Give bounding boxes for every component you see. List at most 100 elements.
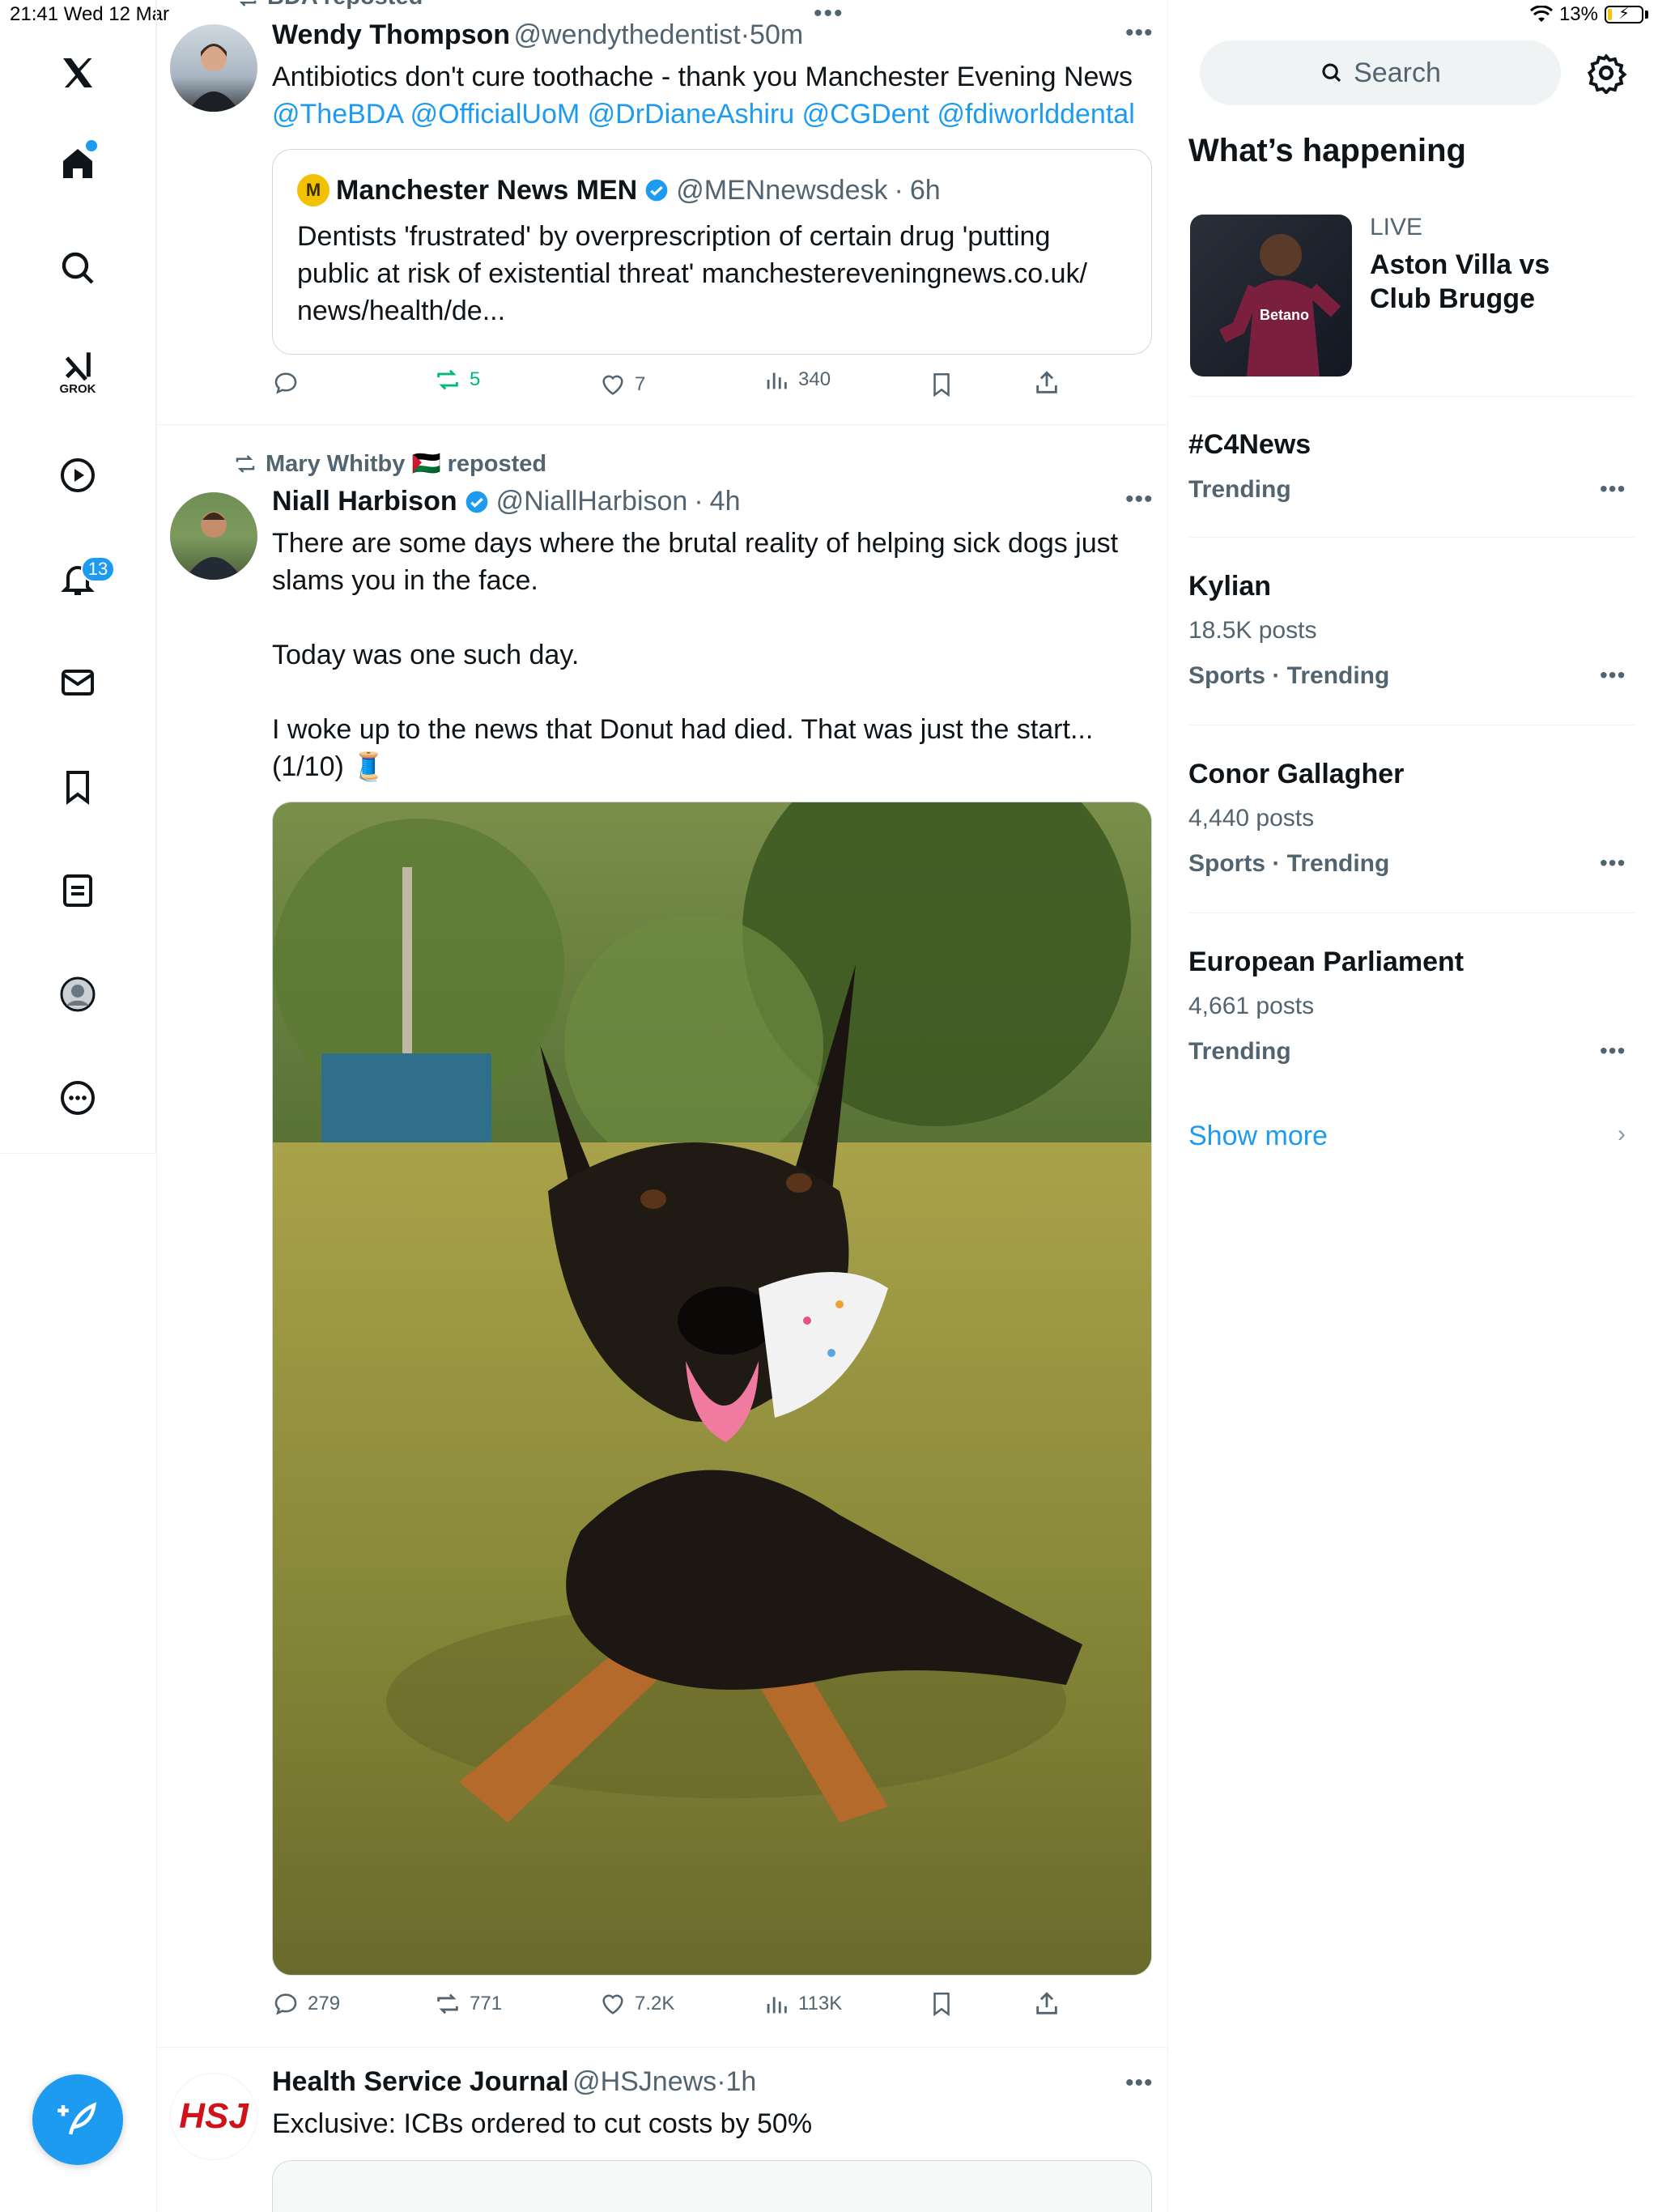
trend-more-icon[interactable]: •••	[1600, 662, 1626, 688]
feed-divider	[157, 424, 1167, 425]
quote-post-time[interactable]: 6h	[910, 175, 941, 206]
bookmark-button[interactable]	[928, 1990, 955, 2018]
dot-separator: ·	[716, 2066, 726, 2097]
battery-icon: ⚡	[1605, 5, 1643, 23]
tweet-photo-dog[interactable]	[272, 802, 1152, 1976]
trend-title: #C4News	[1188, 429, 1312, 460]
post-time[interactable]: 1h	[726, 2066, 757, 2097]
tweet-text-line: Today was one such day.	[272, 640, 580, 670]
view-count: 340	[798, 368, 831, 390]
feather-plus-icon	[57, 2102, 97, 2135]
search-icon[interactable]	[45, 236, 110, 300]
multitask-dots-icon[interactable]: •••	[814, 0, 844, 28]
hsj-logo: HSJ	[179, 2096, 249, 2136]
bookmarks-icon[interactable]	[45, 755, 110, 819]
repost-indicator: BDA reposted	[235, 0, 423, 11]
wifi-icon	[1529, 6, 1553, 22]
trend-post-count: 18.5K posts	[1188, 617, 1317, 644]
tweet-text: Exclusive: ICBs ordered to cut costs by …	[272, 2108, 813, 2139]
heart-icon	[602, 1994, 623, 2014]
share-button[interactable]	[1033, 1990, 1061, 2018]
avatar-hsj[interactable]: HSJ	[170, 2073, 257, 2160]
author-name[interactable]: Health Service Journal	[272, 2066, 569, 2097]
views-chart-icon	[767, 1997, 787, 2014]
whats-happening-heading: What’s happening	[1188, 133, 1466, 168]
search-bar[interactable]: Search	[1200, 40, 1561, 105]
post-time[interactable]: 50m	[750, 19, 803, 50]
trend-meta: Trending	[1188, 1038, 1291, 1065]
status-indicators: 13% ⚡	[1529, 3, 1648, 26]
author-handle[interactable]: @wendythedentist	[513, 19, 740, 50]
avatar-wendy-thompson[interactable]	[170, 24, 257, 112]
share-icon	[1036, 371, 1057, 393]
views-button[interactable]: 113K	[763, 1990, 842, 2018]
tweet-mentions[interactable]: @TheBDA @OfficialUoM @DrDianeAshiru @CGD…	[272, 96, 1154, 133]
views-chart-icon	[767, 372, 787, 389]
like-count: 7.2K	[635, 1993, 675, 2014]
author-name[interactable]: Wendy Thompson	[272, 19, 510, 50]
repost-icon	[236, 455, 255, 473]
share-icon	[1036, 1992, 1057, 2014]
author-name[interactable]: Niall Harbison	[272, 486, 457, 517]
more-options-icon[interactable]: •••	[1125, 2069, 1154, 2097]
tweet-text: Antibiotics don't cure toothache - thank…	[272, 62, 1133, 92]
settings-gear-icon[interactable]	[1585, 52, 1627, 94]
repost-icon	[239, 0, 257, 6]
reply-icon	[274, 1993, 297, 2015]
post-time[interactable]: 4h	[710, 486, 741, 517]
trend-more-icon[interactable]: •••	[1600, 850, 1626, 876]
verified-badge-icon	[466, 491, 487, 513]
tweet-text-line: There are some days where the brutal rea…	[272, 528, 1119, 596]
home-icon[interactable]	[45, 131, 110, 196]
views-button[interactable]: 340	[763, 366, 831, 393]
trend-meta: Sports · Trending	[1188, 850, 1390, 877]
share-button[interactable]	[1033, 369, 1061, 397]
like-button[interactable]: 7	[599, 371, 645, 398]
search-icon	[1322, 63, 1341, 83]
repost-button[interactable]: 771	[434, 1990, 502, 2018]
bookmark-button[interactable]	[928, 371, 955, 398]
feed-divider	[157, 2047, 1167, 2048]
author-handle[interactable]: @NiallHarbison	[496, 486, 688, 517]
reply-button[interactable]: 279	[272, 1990, 340, 2018]
quote-author-name[interactable]: Manchester News MEN	[336, 175, 637, 206]
trend-post-count: 4,661 posts	[1188, 993, 1315, 1019]
grok-label: GROK	[59, 381, 96, 396]
chevron-right-icon: ›	[1618, 1121, 1626, 1147]
repost-count: 771	[470, 1993, 503, 2014]
trend-more-icon[interactable]: •••	[1600, 476, 1626, 502]
author-handle[interactable]: @HSJnews	[572, 2066, 716, 2097]
trend-more-icon[interactable]: •••	[1600, 1038, 1626, 1064]
live-event-image: Betano	[1190, 215, 1352, 376]
messages-envelope-icon[interactable]	[45, 650, 110, 715]
trend-title: Kylian	[1188, 571, 1272, 602]
more-options-icon[interactable]: •••	[1125, 486, 1154, 513]
quote-tweet-card[interactable]: M Manchester News MEN @MENnewsdesk · 6h De…	[272, 149, 1152, 355]
trend-divider	[1188, 912, 1635, 913]
grok-icon[interactable]: GROK	[45, 340, 110, 405]
bookmark-icon	[933, 1992, 950, 2017]
repost-icon	[437, 1993, 458, 2014]
profile-avatar-icon[interactable]	[45, 962, 110, 1027]
reply-button[interactable]	[272, 369, 308, 397]
trend-title: Conor Gallagher	[1188, 759, 1405, 789]
live-label: LIVE	[1370, 214, 1423, 240]
dot-separator: ·	[694, 486, 704, 517]
like-button[interactable]: 7.2K	[599, 1990, 674, 2018]
repost-indicator: Mary Whitby 🇵🇸 reposted	[233, 450, 546, 478]
tweet-media-preview[interactable]	[272, 2160, 1152, 2212]
show-more-link[interactable]: Show more	[1188, 1121, 1328, 1152]
compose-post-button[interactable]	[32, 2074, 123, 2165]
repost-button[interactable]: 5	[434, 366, 480, 393]
more-options-icon[interactable]: •••	[1125, 19, 1154, 47]
trend-divider	[1188, 396, 1635, 397]
avatar-niall-harbison[interactable]	[170, 492, 257, 580]
x-logo-icon[interactable]	[45, 40, 110, 105]
reply-count: 279	[308, 1993, 341, 2014]
video-play-icon[interactable]	[45, 443, 110, 508]
quote-text: Dentists 'frustrated' by overprescriptio…	[297, 221, 1087, 326]
repost-label: Mary Whitby 🇵🇸 reposted	[266, 451, 547, 477]
lists-icon[interactable]	[45, 858, 110, 923]
more-options-icon[interactable]	[45, 1066, 110, 1130]
quote-author-handle[interactable]: @MENnewsdesk	[676, 175, 887, 206]
